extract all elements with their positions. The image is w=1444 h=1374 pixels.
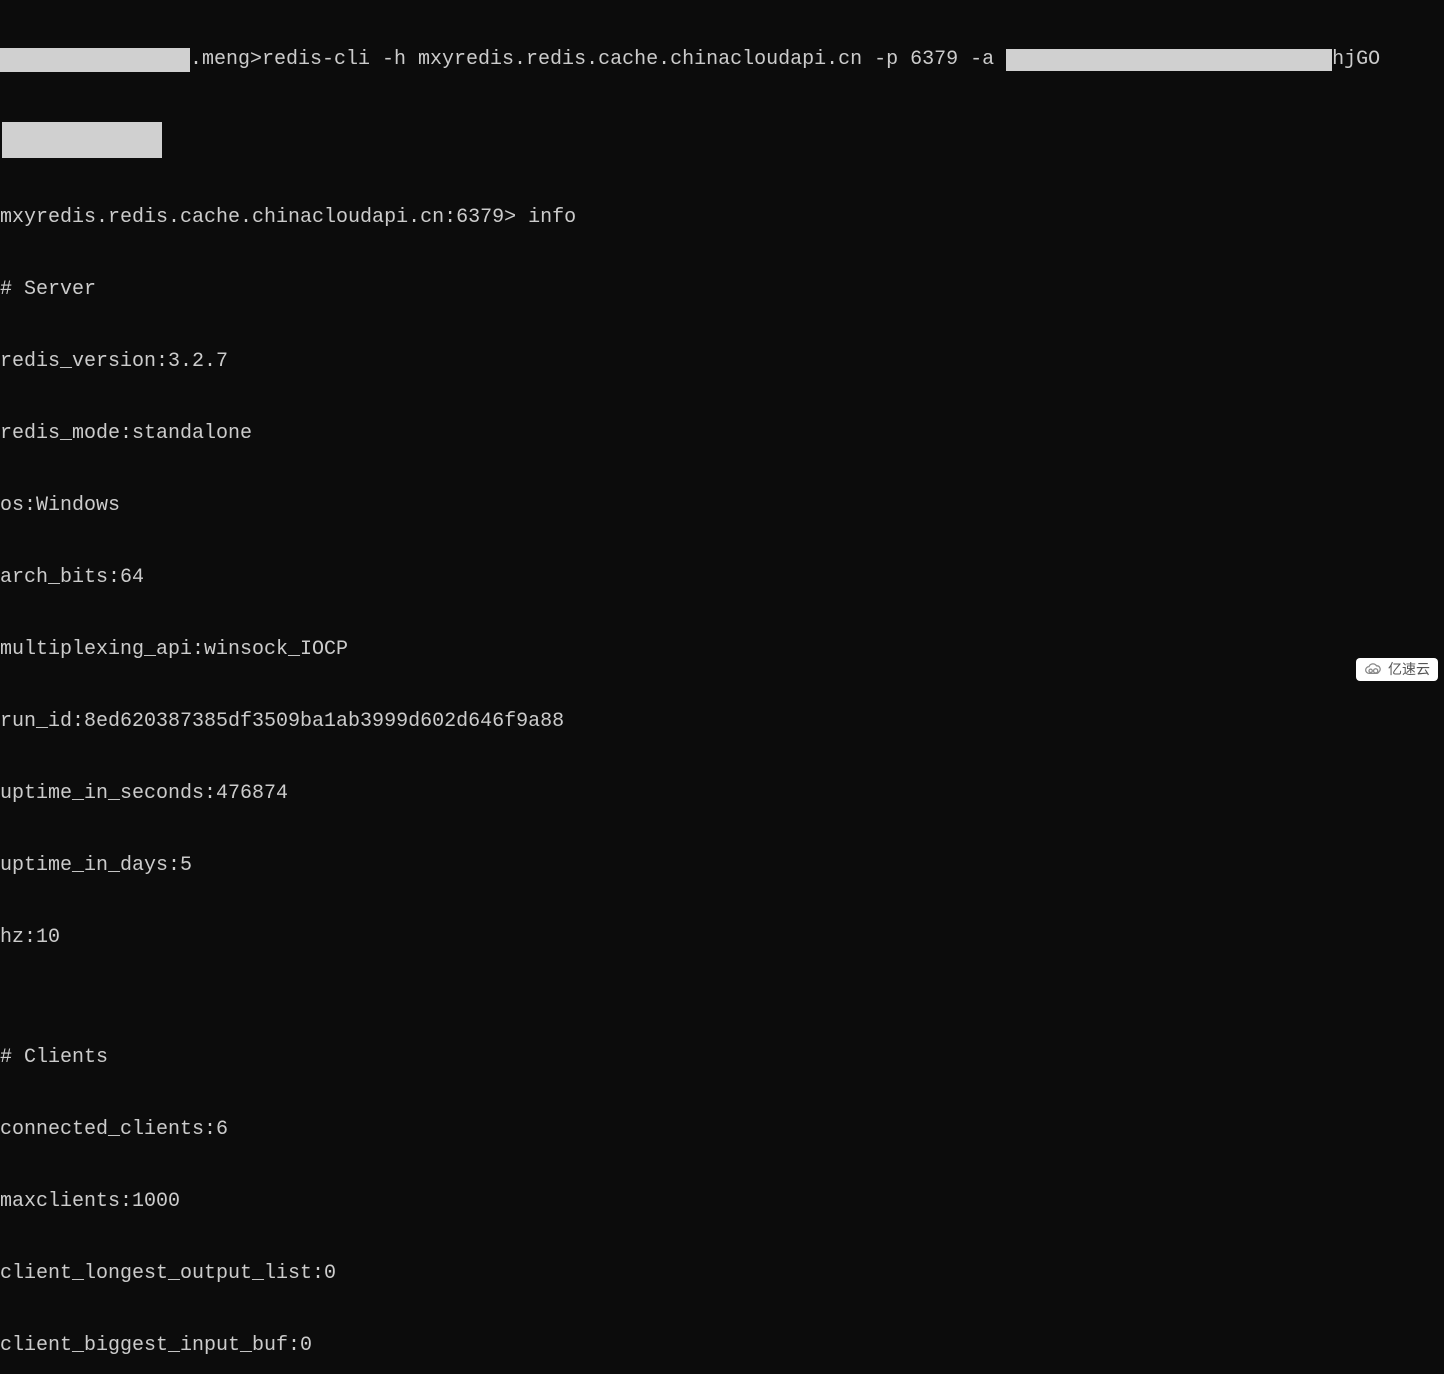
watermark-text: 亿速云 [1388,661,1430,678]
terminal-line: redis_version:3.2.7 [0,350,1444,374]
terminal-line: run_id:8ed620387385df3509ba1ab3999d602d6… [0,710,1444,734]
censored-block [2,122,162,158]
terminal-line: maxclients:1000 [0,1190,1444,1214]
terminal-line: mxyredis.redis.cache.chinacloudapi.cn:63… [0,206,1444,230]
command-line-row: .meng>redis-cli -h mxyredis.redis.cache.… [0,48,1444,72]
terminal-line: redis_mode:standalone [0,422,1444,446]
terminal-line: connected_clients:6 [0,1118,1444,1142]
terminal-line: uptime_in_seconds:476874 [0,782,1444,806]
censored-block [0,48,190,72]
cloud-icon [1364,663,1384,677]
terminal-line: multiplexing_api:winsock_IOCP [0,638,1444,662]
censored-row [0,120,1444,158]
terminal-line: # Clients [0,1046,1444,1070]
terminal-line: client_longest_output_list:0 [0,1262,1444,1286]
terminal-output[interactable]: .meng>redis-cli -h mxyredis.redis.cache.… [0,0,1444,1374]
terminal-line: arch_bits:64 [0,566,1444,590]
terminal-line: client_biggest_input_buf:0 [0,1334,1444,1358]
terminal-line: uptime_in_days:5 [0,854,1444,878]
command-text-suffix: hjGO [1332,48,1380,72]
terminal-line: hz:10 [0,926,1444,950]
censored-block [1006,49,1332,71]
watermark-badge: 亿速云 [1356,658,1438,681]
terminal-line: # Server [0,278,1444,302]
terminal-line: os:Windows [0,494,1444,518]
command-text-part1: .meng>redis-cli -h mxyredis.redis.cache.… [190,48,1006,72]
